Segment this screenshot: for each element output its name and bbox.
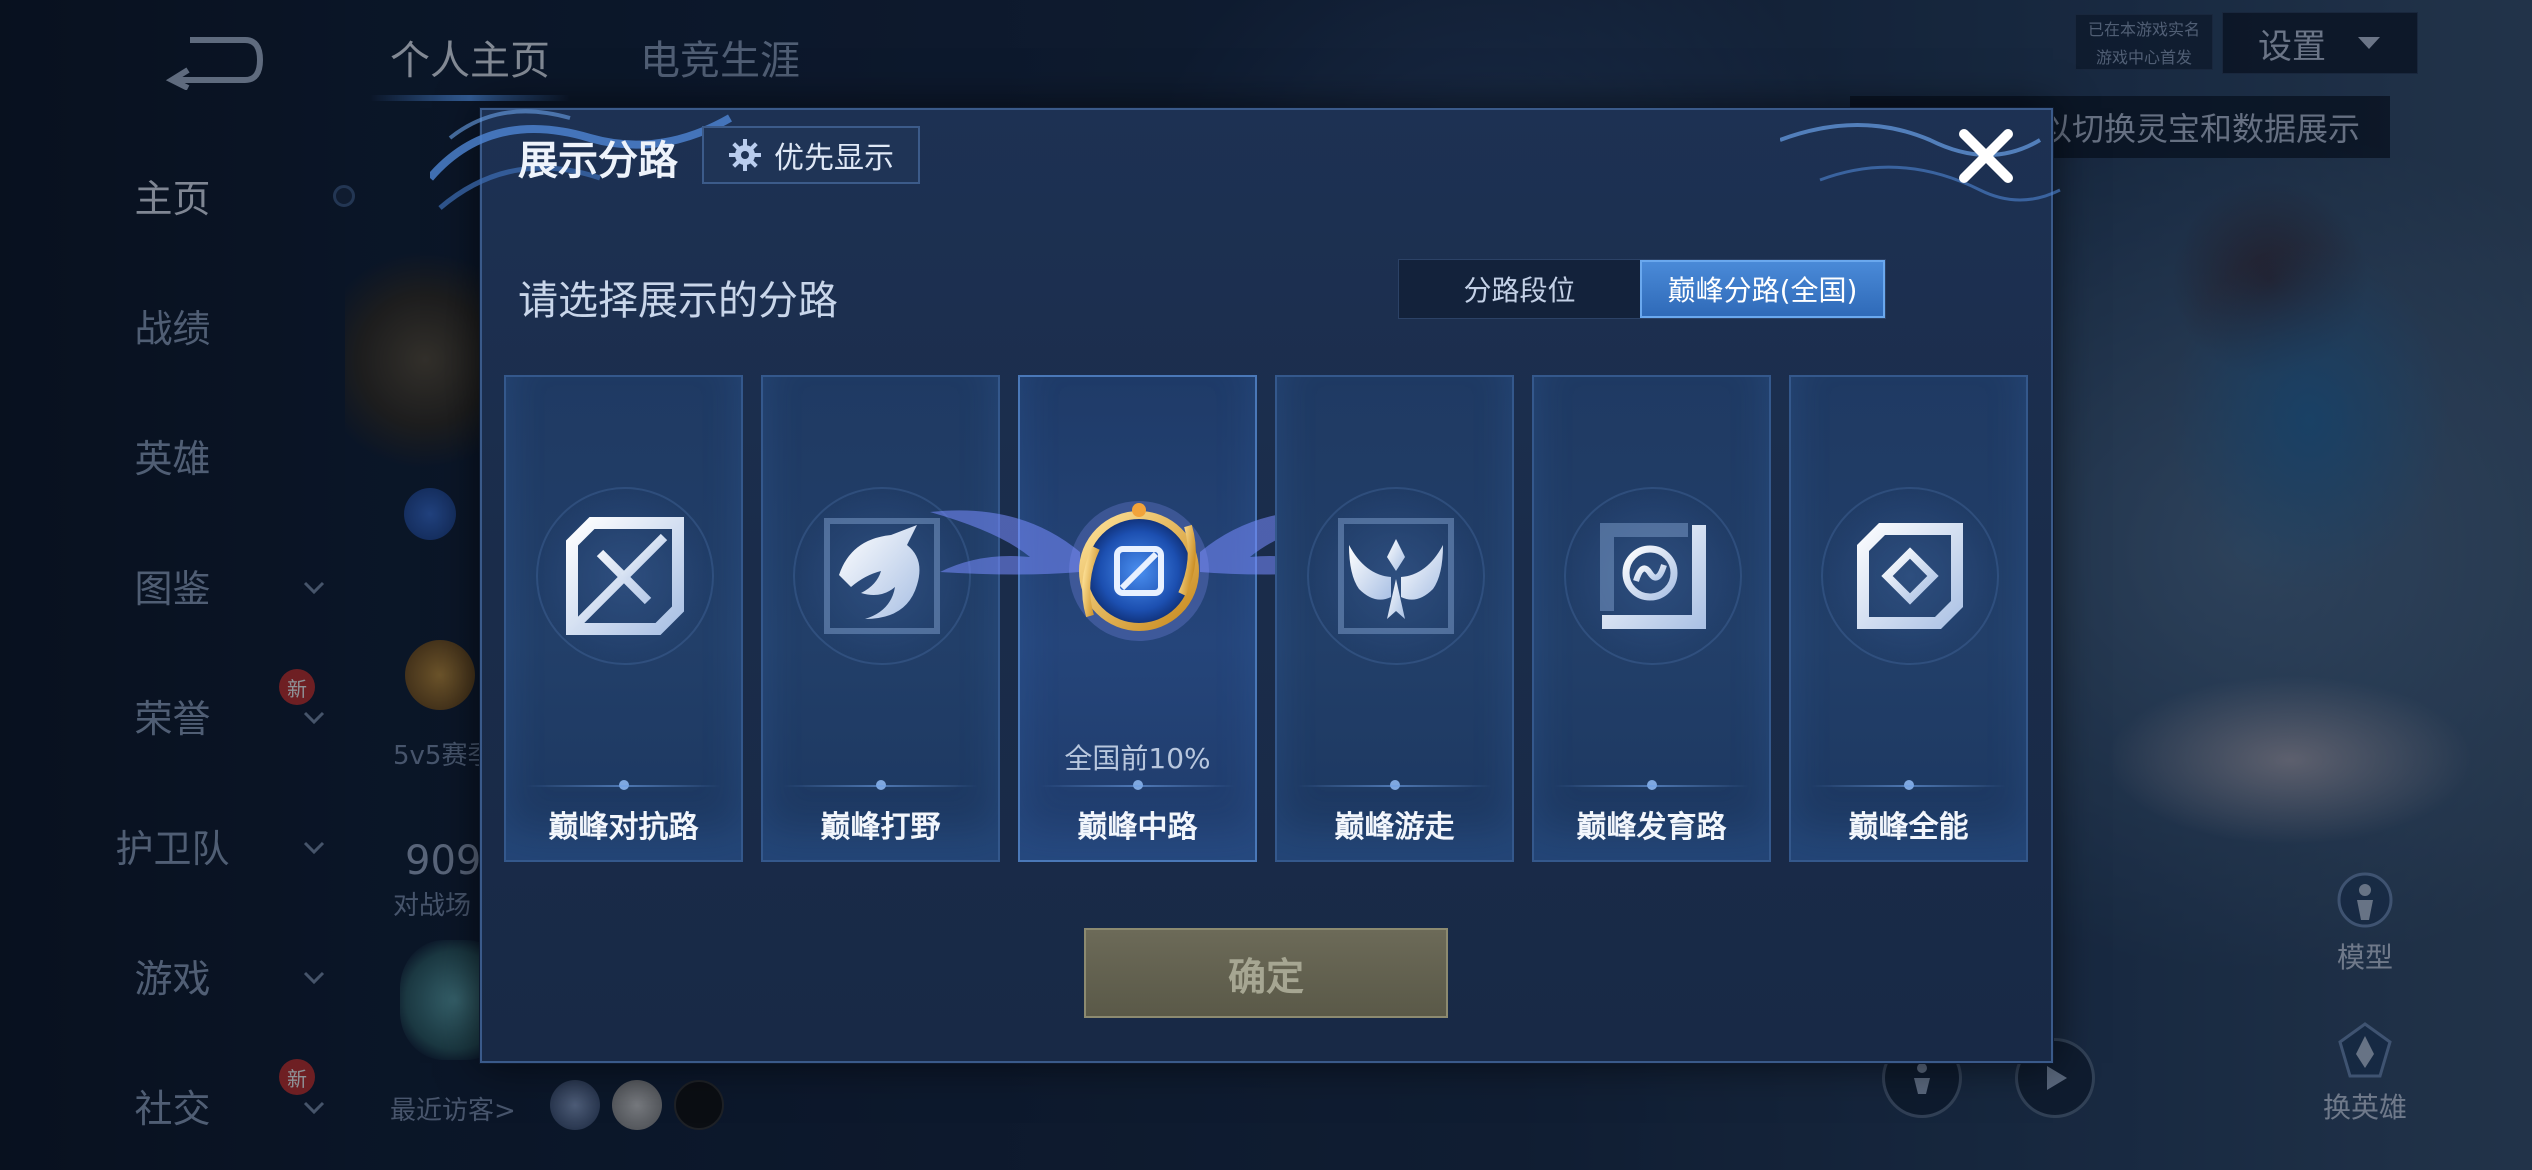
lane-card-label: 巅峰游走 [1334, 810, 1455, 845]
dialog-title: 展示分路 [518, 138, 678, 184]
divider-line [1297, 785, 1492, 787]
lane-card-farm[interactable]: 巅峰发育路 [1532, 375, 1771, 862]
lane-card-all-round[interactable]: 巅峰全能 [1789, 375, 2028, 862]
close-icon [1959, 129, 2013, 183]
farm-lane-icon [1600, 523, 1706, 629]
lane-card-list: 巅峰对抗路 巅峰打野 全国前10% 巅峰中路 巅峰游走 巅峰发育路 巅峰全能 [504, 375, 2028, 862]
tab-peak-lane-national[interactable]: 巅峰分路(全国) [1640, 260, 1885, 318]
lane-card-label: 巅峰对抗路 [548, 810, 699, 845]
confirm-label: 确定 [1227, 954, 1304, 999]
clash-lane-icon [566, 517, 684, 635]
divider-line [783, 785, 978, 787]
confirm-button[interactable]: 确定 [1084, 928, 1448, 1018]
mid-lane-emblem-icon [1069, 501, 1209, 641]
gear-icon [729, 139, 761, 171]
lane-card-clash[interactable]: 巅峰对抗路 [504, 375, 743, 862]
lane-card-label: 巅峰打野 [820, 810, 941, 845]
lane-card-label: 巅峰发育路 [1576, 810, 1727, 845]
all-round-icon [1857, 523, 1963, 629]
priority-display-button[interactable]: 优先显示 [702, 126, 920, 184]
divider-line [1040, 785, 1235, 787]
lane-mode-switch: 分路段位 巅峰分路(全国) [1398, 259, 1886, 319]
tab-lane-rank[interactable]: 分路段位 [1399, 260, 1640, 318]
lane-card-label: 巅峰中路 [1077, 810, 1198, 845]
lane-card-label: 巅峰全能 [1848, 810, 1969, 845]
priority-label: 优先显示 [774, 141, 894, 176]
close-button[interactable] [1950, 120, 2022, 192]
divider-line [526, 785, 721, 787]
cloud-swirl-decoration [1780, 123, 2061, 202]
lane-card-jungle[interactable]: 巅峰打野 [761, 375, 1000, 862]
jungle-dragon-icon [824, 518, 940, 634]
lane-card-mid[interactable]: 全国前10% 巅峰中路 [930, 375, 1350, 862]
divider-line [1811, 785, 2006, 787]
lane-card-roam[interactable]: 巅峰游走 [1275, 375, 1514, 862]
divider-line [1554, 785, 1749, 787]
roam-wings-icon [1338, 518, 1454, 634]
select-lane-prompt: 请选择展示的分路 [518, 278, 838, 324]
national-rank-text: 全国前10% [1064, 742, 1211, 775]
